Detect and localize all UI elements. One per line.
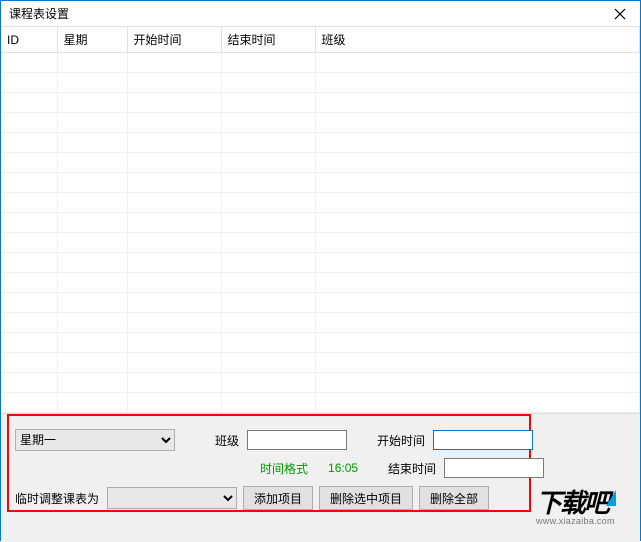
dialog-window: 课程表设置 ID 星期 开始时间 结束时间 班级 [0,0,641,541]
col-end[interactable]: 结束时间 [221,27,315,53]
watermark-logo: 下载吧 [536,490,636,516]
col-class[interactable]: 班级 [315,27,640,53]
schedule-table[interactable]: ID 星期 开始时间 结束时间 班级 [1,27,640,413]
table-row[interactable] [1,253,640,273]
close-icon [614,8,626,20]
table-row[interactable] [1,193,640,213]
table-row[interactable] [1,73,640,93]
weekday-select[interactable]: 星期一 [15,429,175,451]
table-row[interactable] [1,273,640,293]
time-format-example: 16:05 [328,461,358,475]
close-button[interactable] [600,1,640,27]
form-row-2: 时间格式 16:05 结束时间 [15,458,630,478]
content-area: ID 星期 开始时间 结束时间 班级 [1,27,640,542]
table-row[interactable] [1,133,640,153]
form-panel: 星期一 班级 开始时间 时间格式 16:05 结束时间 临时调整课表为 添加项目 [1,414,640,542]
logo-accent-icon [606,490,616,506]
table-row[interactable] [1,93,640,113]
delete-all-button[interactable]: 删除全部 [419,486,489,510]
titlebar: 课程表设置 [1,1,640,27]
start-time-input[interactable] [433,430,533,450]
time-format-label: 时间格式 [260,460,308,477]
table-row[interactable] [1,173,640,193]
table-row[interactable] [1,393,640,413]
watermark-url: www.xiazaiba.com [536,516,636,526]
class-label: 班级 [215,432,239,449]
table-row[interactable] [1,293,640,313]
table-row[interactable] [1,213,640,233]
start-time-label: 开始时间 [377,432,425,449]
table-header-row: ID 星期 开始时间 结束时间 班级 [1,27,640,53]
end-time-label: 结束时间 [388,460,436,477]
table-row[interactable] [1,313,640,333]
window-title: 课程表设置 [9,5,600,22]
table-row[interactable] [1,53,640,73]
class-input[interactable] [247,430,347,450]
form-row-1: 星期一 班级 开始时间 [15,428,630,452]
col-start[interactable]: 开始时间 [127,27,221,53]
watermark: 下载吧 www.xiazaiba.com [536,490,636,538]
temp-adjust-select[interactable] [107,487,237,509]
col-weekday[interactable]: 星期 [57,27,127,53]
table-row[interactable] [1,333,640,353]
add-item-button[interactable]: 添加项目 [243,486,313,510]
delete-selected-button[interactable]: 删除选中项目 [319,486,413,510]
table-row[interactable] [1,153,640,173]
table-body [1,53,640,413]
schedule-table-area: ID 星期 开始时间 结束时间 班级 [1,27,640,414]
table-row[interactable] [1,373,640,393]
table-row[interactable] [1,353,640,373]
table-row[interactable] [1,233,640,253]
temp-adjust-label: 临时调整课表为 [15,490,99,507]
table-row[interactable] [1,113,640,133]
col-id[interactable]: ID [1,27,57,53]
end-time-input[interactable] [444,458,544,478]
